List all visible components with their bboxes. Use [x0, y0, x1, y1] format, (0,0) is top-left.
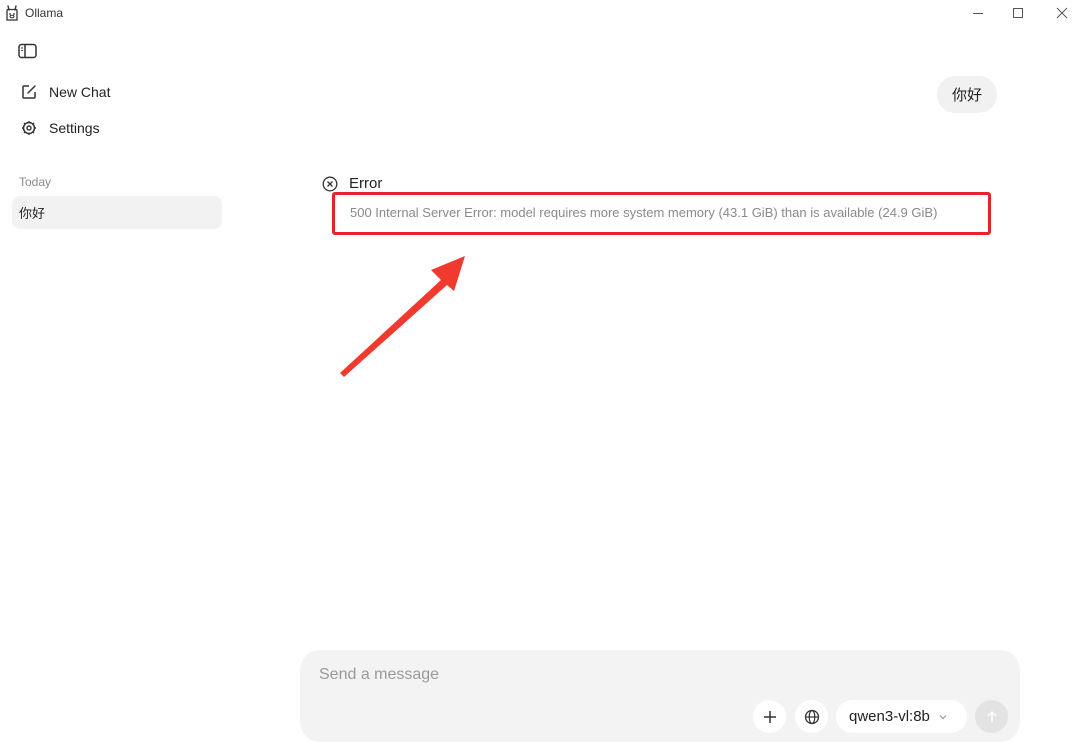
close-icon [1056, 7, 1068, 19]
web-search-button[interactable] [795, 700, 828, 733]
chat-history-label: 你好 [19, 206, 46, 221]
sidebar: New Chat Settings Today 你好 [0, 28, 232, 748]
compose-icon [20, 83, 38, 101]
app-title: Ollama [25, 6, 64, 20]
model-name: qwen3-vl:8b [849, 708, 930, 725]
annotation-arrow-icon [340, 256, 465, 377]
globe-icon [804, 709, 819, 724]
error-title: Error [349, 175, 383, 192]
history-section-label: Today [19, 175, 52, 189]
arrow-up-icon [986, 710, 997, 722]
message-input[interactable] [319, 666, 919, 684]
gear-icon [20, 119, 38, 137]
chevron-down-icon [939, 714, 947, 719]
send-button[interactable] [975, 700, 1008, 733]
sidebar-item-settings[interactable]: Settings [12, 113, 222, 143]
close-button[interactable] [1042, 2, 1080, 24]
title-bar: Ollama [0, 0, 1080, 28]
error-circle-x-icon [322, 176, 338, 191]
sidebar-toggle-button[interactable] [18, 43, 38, 59]
sidebar-item-label: Settings [49, 120, 100, 136]
ollama-logo-icon [6, 5, 18, 21]
attach-button[interactable] [753, 700, 786, 733]
plus-icon [763, 710, 776, 723]
maximize-button[interactable] [998, 2, 1038, 24]
user-message-bubble: 你好 [937, 76, 997, 113]
model-selector[interactable]: qwen3-vl:8b [836, 700, 967, 733]
minimize-button[interactable] [958, 2, 998, 24]
chat-history-item[interactable]: 你好 [12, 196, 222, 229]
annotation-highlight-box [332, 192, 991, 235]
sidebar-toggle-icon [18, 43, 37, 59]
message-composer: qwen3-vl:8b [300, 650, 1020, 742]
sidebar-item-label: New Chat [49, 84, 111, 100]
minimize-icon [973, 13, 983, 14]
error-header: Error [322, 175, 382, 192]
maximize-icon [1013, 8, 1023, 18]
sidebar-item-new-chat[interactable]: New Chat [12, 77, 222, 107]
